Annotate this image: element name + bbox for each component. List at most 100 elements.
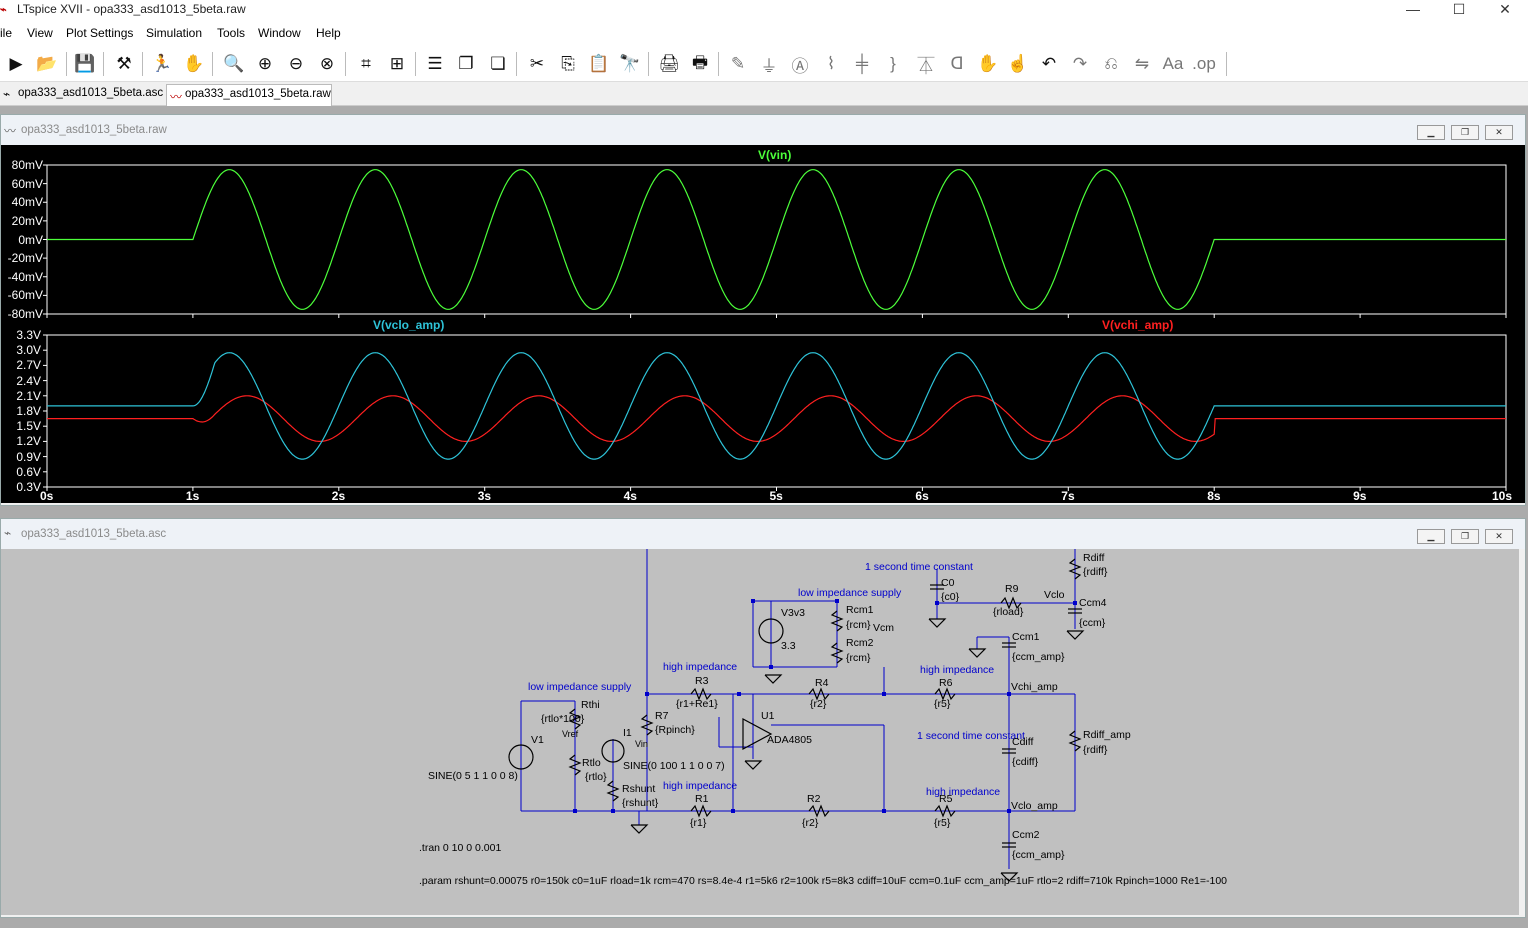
label-ccm1[interactable]: Ccm1 xyxy=(1012,631,1039,643)
minimize-button[interactable]: ▁ xyxy=(1417,125,1445,140)
net-vchi-amp[interactable]: Vchi_amp xyxy=(1011,681,1058,693)
manual-limits-icon[interactable]: ⊞ xyxy=(383,50,411,78)
schematic-window-titlebar[interactable]: ⌁ opa333_asd1013_5beta.asc ▁ ❐ ✕ xyxy=(1,519,1525,549)
label-rcm2[interactable]: Rcm2 xyxy=(846,637,873,649)
label-i1[interactable]: I1 xyxy=(623,727,632,739)
value-r4[interactable]: {r2} xyxy=(810,698,826,710)
label-rdiff-amp[interactable]: Rdiff_amp xyxy=(1083,729,1131,741)
label-ccm4[interactable]: Ccm4 xyxy=(1079,597,1106,609)
value-ccm1[interactable]: {ccm_amp} xyxy=(1012,651,1065,663)
menu-plot-settings[interactable]: Plot Settings xyxy=(66,26,133,40)
annotation-low-imp-left[interactable]: low impedance supply xyxy=(528,681,631,693)
label-cdiff[interactable]: Cdiff xyxy=(1012,736,1033,748)
menu-file[interactable]: ile xyxy=(0,26,12,40)
tab-schematic[interactable]: ⌁ opa333_asd1013_5beta.asc xyxy=(0,84,163,106)
label-r2[interactable]: R2 xyxy=(807,793,820,805)
value-rshunt[interactable]: {rshunt} xyxy=(622,797,658,809)
copy-icon[interactable]: ⎘ xyxy=(554,50,582,78)
inductor-icon[interactable]: } xyxy=(879,50,907,78)
print-setup-icon[interactable]: 🖶 xyxy=(686,50,714,78)
schematic-canvas[interactable]: 1 second time constant C0 {c0} R9 {rload… xyxy=(1,549,1519,915)
label-r3[interactable]: R3 xyxy=(695,675,708,687)
component-icon[interactable]: ᗡ xyxy=(943,50,971,78)
value-c0[interactable]: {c0} xyxy=(941,591,959,603)
value-v3v3[interactable]: 3.3 xyxy=(781,640,796,652)
restore-button[interactable]: ❐ xyxy=(1451,125,1479,140)
cut-icon[interactable]: ✂ xyxy=(523,50,551,78)
value-r9[interactable]: {rload} xyxy=(993,606,1023,618)
annotation-low-imp-top[interactable]: low impedance supply xyxy=(798,587,901,599)
minimize-button[interactable]: — xyxy=(1390,0,1436,18)
annotation-high-imp-4[interactable]: high impedance xyxy=(926,786,1000,798)
label-rthi[interactable]: Rthi xyxy=(581,699,600,711)
label-u1[interactable]: U1 xyxy=(761,710,774,722)
text-icon[interactable]: Aa xyxy=(1159,50,1187,78)
annotation-1s-tc-top[interactable]: 1 second time constant xyxy=(865,561,973,573)
zoom-in-icon[interactable]: 🔍 xyxy=(220,50,248,78)
spice-directive-icon[interactable]: .op xyxy=(1190,50,1218,78)
label-c0[interactable]: C0 xyxy=(941,577,954,589)
value-r2[interactable]: {r2} xyxy=(802,817,818,829)
value-r5[interactable]: {r5} xyxy=(934,817,950,829)
label-ada4805[interactable]: ADA4805 xyxy=(767,734,812,746)
directive-tran[interactable]: .tran 0 10 0 0.001 xyxy=(419,842,501,854)
diode-icon[interactable]: ⏄ xyxy=(912,50,940,78)
value-cdiff[interactable]: {cdiff} xyxy=(1012,756,1038,768)
pan-hand-icon[interactable]: ✋ xyxy=(180,50,208,78)
directive-param[interactable]: .param rshunt=0.00075 r0=150k c0=1uF rlo… xyxy=(419,875,1227,887)
redo-icon[interactable]: ↷ xyxy=(1066,50,1094,78)
value-r3[interactable]: {r1+Re1} xyxy=(676,698,718,710)
value-rtlo[interactable]: {rtlo} xyxy=(585,771,607,783)
zoom-cancel-icon[interactable]: ⊗ xyxy=(313,50,341,78)
label-r5[interactable]: R5 xyxy=(939,793,952,805)
waveform-plot-area[interactable]: V(vin) V(vclo_amp) V(vchi_amp) 80mV 60mV 4… xyxy=(1,145,1525,503)
net-vcm[interactable]: Vcm xyxy=(873,622,894,634)
annotation-high-imp-2[interactable]: high impedance xyxy=(920,664,994,676)
draw-wire-icon[interactable]: ✎ xyxy=(724,50,752,78)
zoom-fit-icon[interactable]: ⊕ xyxy=(251,50,279,78)
menu-simulation[interactable]: Simulation xyxy=(146,26,202,40)
annotation-high-imp-3[interactable]: high impedance xyxy=(663,780,737,792)
mirror-icon[interactable]: ⇋ xyxy=(1128,50,1156,78)
tile-horizontal-icon[interactable]: ☰ xyxy=(421,50,449,78)
value-r7[interactable]: {Rpinch} xyxy=(655,724,695,736)
annotation-high-imp-1[interactable]: high impedance xyxy=(663,661,737,673)
menu-help[interactable]: Help xyxy=(316,26,341,40)
label-r9[interactable]: R9 xyxy=(1005,583,1018,595)
label-rcm1[interactable]: Rcm1 xyxy=(846,604,873,616)
value-rcm2[interactable]: {rcm} xyxy=(846,652,871,664)
tile-vertical-icon[interactable]: ❏ xyxy=(484,50,512,78)
label-rdiff[interactable]: Rdiff xyxy=(1083,552,1104,564)
control-panel-icon[interactable]: ⚒ xyxy=(110,50,138,78)
value-v1[interactable]: SINE(0 5 1 1 0 0 8) xyxy=(428,770,518,782)
rotate-icon[interactable]: ⎌ xyxy=(1097,50,1125,78)
label-rtlo[interactable]: Rtlo xyxy=(582,757,601,769)
label-r7[interactable]: R7 xyxy=(655,710,668,722)
menu-view[interactable]: View xyxy=(27,26,53,40)
undo-icon[interactable]: ↶ xyxy=(1035,50,1063,78)
run-icon[interactable]: ▶ xyxy=(2,50,30,78)
label-r6[interactable]: R6 xyxy=(939,677,952,689)
label-rshunt[interactable]: Rshunt xyxy=(622,783,655,795)
net-label-icon[interactable]: Ⓐ xyxy=(786,50,814,78)
label-v3v3[interactable]: V3v3 xyxy=(781,607,805,619)
resistor-icon[interactable]: ⌇ xyxy=(817,50,845,78)
tab-waveform[interactable]: 〰 opa333_asd1013_5beta.raw xyxy=(166,84,332,106)
value-r1[interactable]: {r1} xyxy=(690,817,706,829)
net-vref[interactable]: Vref xyxy=(562,729,578,739)
autorange-icon[interactable]: ⌗ xyxy=(352,50,380,78)
value-i1[interactable]: SINE(0 100 1 1 0 0 7) xyxy=(623,760,725,772)
close-button[interactable]: ✕ xyxy=(1482,0,1528,18)
net-vin[interactable]: Vin xyxy=(635,739,648,749)
value-ccm2[interactable]: {ccm_amp} xyxy=(1012,849,1065,861)
value-rcm1[interactable]: {rcm} xyxy=(846,619,871,631)
value-rdiff[interactable]: {rdiff} xyxy=(1083,566,1107,578)
save-icon[interactable]: 💾 xyxy=(71,50,99,78)
ground-icon[interactable]: ⏚ xyxy=(755,50,783,78)
menu-window[interactable]: Window xyxy=(258,26,301,40)
net-vclo-amp[interactable]: Vclo_amp xyxy=(1011,800,1058,812)
print-icon[interactable]: 🖨 xyxy=(655,50,683,78)
drag-hand-icon[interactable]: ☝ xyxy=(1004,50,1032,78)
net-vclo[interactable]: Vclo xyxy=(1044,589,1064,601)
zoom-out-icon[interactable]: ⊖ xyxy=(282,50,310,78)
